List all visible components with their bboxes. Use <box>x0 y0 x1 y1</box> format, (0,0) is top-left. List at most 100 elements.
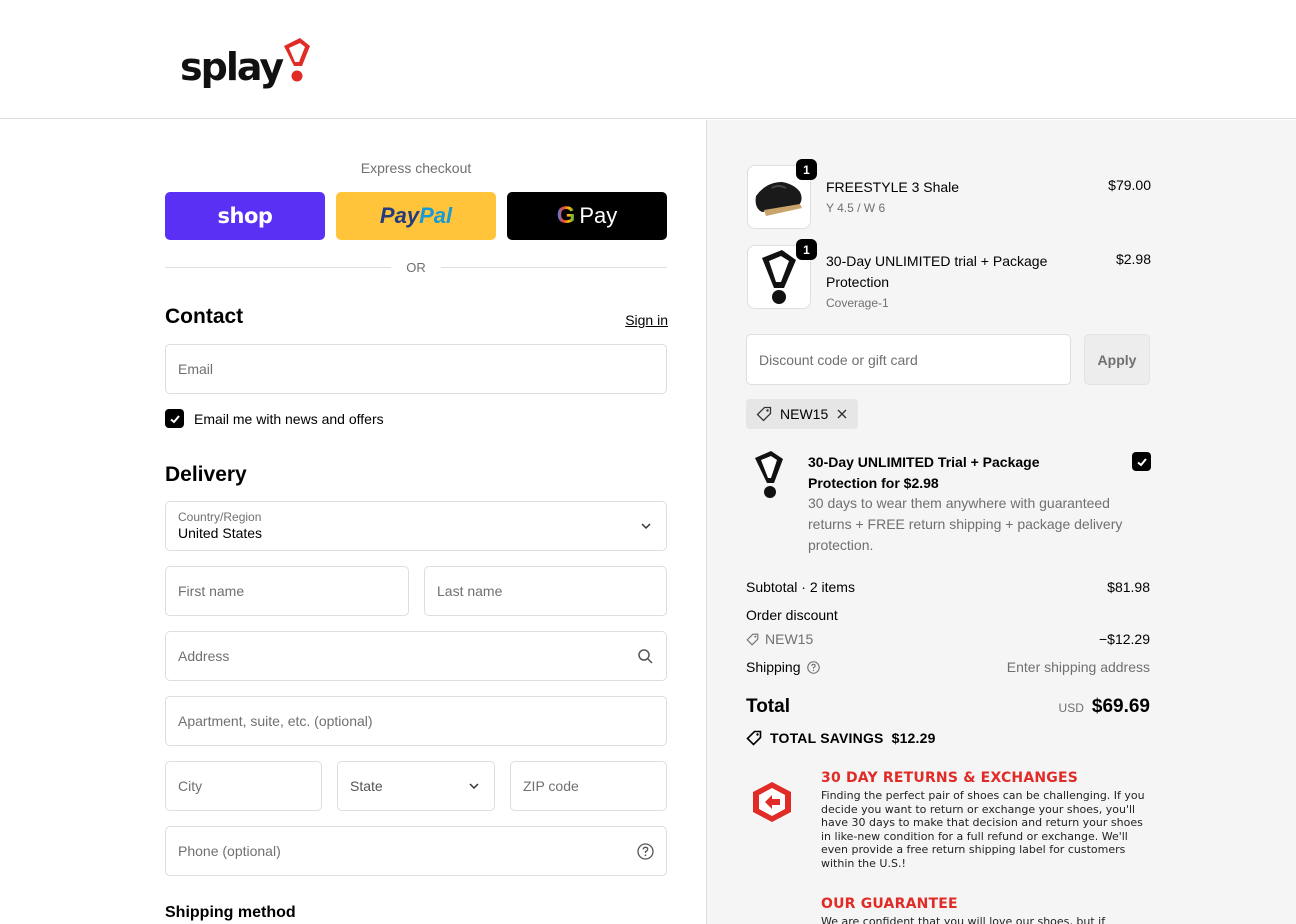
upsell-title: 30-Day UNLIMITED Trial + Package Protect… <box>808 454 1040 491</box>
shipping-row: Shipping Enter shipping address <box>746 659 1150 675</box>
country-label: Country/Region <box>178 510 262 524</box>
paypal-label-pay: Pay <box>379 203 420 228</box>
address-placeholder: Address <box>178 648 230 664</box>
discount-placeholder: Discount code or gift card <box>759 351 918 368</box>
apartment-placeholder: Apartment, suite, etc. (optional) <box>178 713 373 729</box>
apply-button[interactable]: Apply <box>1084 334 1150 385</box>
item-name: FREESTYLE 3 Shale Y 4.5 / W 6 <box>826 177 1076 218</box>
check-icon <box>1136 457 1147 466</box>
returns-promo: 30 DAY RETURNS & EXCHANGES Finding the p… <box>747 770 1151 880</box>
news-checkbox-label: Email me with news and offers <box>194 410 384 427</box>
or-divider: OR <box>165 258 667 278</box>
state-select[interactable]: State <box>337 761 495 811</box>
last-name-placeholder: Last name <box>437 583 503 599</box>
help-icon[interactable] <box>636 842 654 860</box>
tag-icon <box>746 730 762 746</box>
checkout-form: Express checkout shop Pay Pal G Pay OR Co… <box>0 120 706 924</box>
country-select[interactable]: Country/Region United States <box>165 501 667 551</box>
order-discount-row: Order discount <box>746 607 1150 623</box>
splay-logo[interactable]: splay <box>180 30 311 89</box>
first-name-placeholder: First name <box>178 583 245 599</box>
upsell-description: 30 days to wear them anywhere with guara… <box>808 495 1123 553</box>
first-name-input[interactable]: First name <box>165 566 409 616</box>
phone-input[interactable]: Phone (optional) <box>165 826 667 876</box>
check-icon <box>169 414 180 423</box>
shipping-method-title: Shipping method <box>165 904 296 921</box>
chevron-down-icon <box>468 779 480 793</box>
google-g-icon: G <box>556 202 576 229</box>
savings-value: $12.29 <box>891 730 936 746</box>
total-savings: TOTAL SAVINGS $12.29 <box>746 730 936 746</box>
google-pay-label: Pay <box>579 203 618 228</box>
city-input[interactable]: City <box>165 761 322 811</box>
contact-title: Contact <box>165 305 244 328</box>
email-placeholder: Email <box>178 361 214 377</box>
city-placeholder: City <box>178 778 203 794</box>
last-name-input[interactable]: Last name <box>424 566 667 616</box>
help-icon[interactable] <box>806 660 820 674</box>
email-input[interactable]: Email <box>165 344 667 394</box>
divider-line-right <box>441 267 667 268</box>
product-thumbnail: 1 <box>747 239 817 309</box>
item-variant: Y 4.5 / W 6 <box>826 201 886 215</box>
google-pay-button[interactable]: G Pay <box>507 192 667 240</box>
discount-code-name: NEW15 <box>765 631 814 647</box>
shop-pay-button[interactable]: shop <box>165 192 325 240</box>
divider-line-left <box>165 267 391 268</box>
item-price: $2.98 <box>1115 251 1151 267</box>
item-name: 30-Day UNLIMITED trial + Package Protect… <box>826 251 1076 313</box>
order-summary: 1 FREESTYLE 3 Shale Y 4.5 / W 6 $79.00 1… <box>706 120 1296 924</box>
address-input[interactable]: Address <box>165 631 667 681</box>
shipping-value: Enter shipping address <box>1006 659 1150 675</box>
shipping-label-group: Shipping <box>746 659 820 675</box>
tag-icon <box>746 633 759 646</box>
news-checkbox-row[interactable]: Email me with news and offers <box>165 409 384 428</box>
apartment-input[interactable]: Apartment, suite, etc. (optional) <box>165 696 667 746</box>
cart-item: 1 30-Day UNLIMITED trial + Package Prote… <box>747 239 1151 310</box>
returns-box-icon <box>753 782 791 822</box>
paypal-label-pal: Pal <box>419 203 453 228</box>
currency-label: USD <box>1058 701 1084 715</box>
exclamation-logo-icon <box>755 451 783 498</box>
product-thumbnail: 1 <box>747 159 817 229</box>
promo-title: 30 DAY RETURNS & EXCHANGES <box>821 770 1079 786</box>
logo-exclamation-icon <box>284 38 311 82</box>
upsell-checkbox[interactable] <box>1132 452 1151 471</box>
cart-item: 1 FREESTYLE 3 Shale Y 4.5 / W 6 $79.00 <box>747 159 1151 229</box>
subtotal-value: $81.98 <box>1107 579 1150 595</box>
logo-text: splay <box>180 45 284 89</box>
total-label: Total <box>746 696 790 717</box>
item-title: FREESTYLE 3 Shale <box>826 179 960 195</box>
discount-code-row: NEW15 −$12.29 <box>746 631 1150 647</box>
news-checkbox[interactable] <box>165 409 184 428</box>
sign-in-link[interactable]: Sign in <box>625 312 668 328</box>
zip-input[interactable]: ZIP code <box>510 761 667 811</box>
phone-placeholder: Phone (optional) <box>178 843 281 859</box>
order-discount-label: Order discount <box>746 607 838 623</box>
applied-discount-chip: NEW15 <box>746 399 859 429</box>
savings-label: TOTAL SAVINGS <box>770 730 884 746</box>
paypal-button[interactable]: Pay Pal <box>336 192 496 240</box>
total-value: $69.69 <box>1091 696 1150 717</box>
discount-code-input[interactable]: Discount code or gift card <box>746 334 1071 385</box>
protection-upsell: 30-Day UNLIMITED Trial + Package Protect… <box>747 450 1151 560</box>
or-text: OR <box>406 260 426 275</box>
search-icon[interactable] <box>636 647 654 665</box>
promo-title: OUR GUARANTEE <box>821 896 958 912</box>
promo-text: Finding the perfect pair of shoes can be… <box>821 789 1145 870</box>
header: splay <box>0 0 1296 119</box>
state-placeholder: State <box>350 778 383 794</box>
zip-placeholder: ZIP code <box>523 778 579 794</box>
applied-code: NEW15 <box>780 406 829 422</box>
item-variant: Coverage-1 <box>826 296 889 310</box>
remove-discount-close-icon[interactable] <box>836 408 848 420</box>
express-checkout-label: Express checkout <box>360 160 472 176</box>
item-title: 30-Day UNLIMITED trial + Package Protect… <box>826 253 1048 290</box>
promo-text: We are confident that you will love our … <box>821 915 1106 924</box>
discount-code-line: NEW15 <box>746 631 813 647</box>
subtotal-label: Subtotal · 2 items <box>746 579 855 595</box>
delivery-title: Delivery <box>165 463 247 486</box>
tag-icon <box>756 406 772 422</box>
item-price: $79.00 <box>1108 177 1151 193</box>
country-value: United States <box>178 525 263 541</box>
